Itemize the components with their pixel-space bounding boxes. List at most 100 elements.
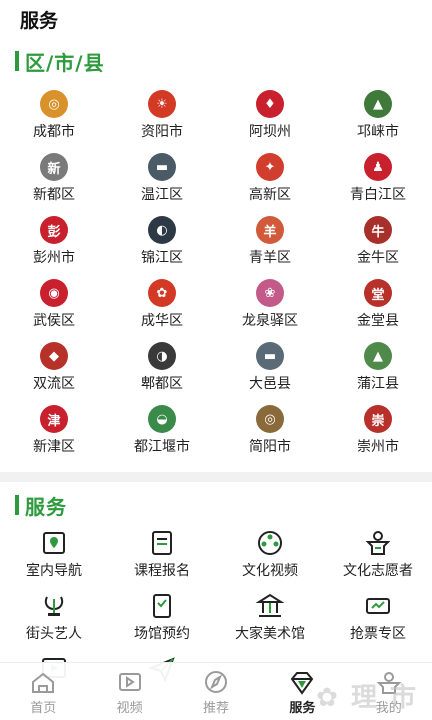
nav-label: 我的	[375, 701, 402, 716]
service-item[interactable]: 场馆预约	[108, 591, 216, 654]
nav-item-4[interactable]: 服务	[259, 663, 345, 720]
region-label: 温江区	[141, 187, 183, 203]
logo-glyph: ▲	[373, 96, 383, 112]
region-label: 龙泉驿区	[242, 313, 298, 329]
region-label: 武侯区	[33, 313, 75, 329]
logo-glyph: 津	[47, 413, 61, 429]
region-label: 锦江区	[141, 250, 183, 266]
museum-icon	[255, 591, 285, 621]
diamond-icon	[288, 669, 316, 695]
logo-glyph: ♦	[264, 96, 276, 112]
booking-icon	[147, 591, 177, 621]
region-label: 金牛区	[357, 250, 399, 266]
service-item[interactable]: 大家美术馆	[216, 591, 324, 654]
nav-item-1[interactable]: 首页	[0, 663, 86, 720]
region-item[interactable]: 堂金堂县	[324, 279, 432, 342]
film-reel-icon	[255, 528, 285, 558]
region-label: 邛崃市	[357, 124, 399, 140]
region-label: 成华区	[141, 313, 183, 329]
region-item[interactable]: ◐ 锦江区	[108, 216, 216, 279]
nav-item-3[interactable]: 推荐	[173, 663, 259, 720]
logo-glyph: 堂	[371, 287, 385, 303]
section-accent-bar	[15, 51, 19, 71]
service-label: 室内导航	[26, 563, 82, 579]
regions-section-title: 区/市/县	[0, 46, 432, 76]
region-item[interactable]: ▬ 温江区	[108, 153, 216, 216]
region-item[interactable]: 新新都区	[0, 153, 108, 216]
region-label: 都江堰市	[134, 439, 190, 455]
logo-glyph: ♟	[372, 159, 384, 175]
service-label: 文化视频	[242, 563, 298, 579]
service-label: 场馆预约	[134, 626, 190, 642]
service-label: 文化志愿者	[343, 563, 413, 579]
region-label: 青白江区	[350, 187, 406, 203]
region-item[interactable]: 牛金牛区	[324, 216, 432, 279]
logo-glyph: ▬	[263, 348, 277, 364]
region-label: 彭州市	[33, 250, 75, 266]
nav-label: 视频	[116, 701, 143, 716]
jinjiang-logo-icon: ◐	[148, 216, 176, 244]
logo-glyph: ✦	[264, 159, 276, 175]
region-item[interactable]: ☀ 资阳市	[108, 90, 216, 153]
qingyang-logo-icon: 羊	[256, 216, 284, 244]
services-section-label: 服务	[25, 494, 67, 519]
region-item[interactable]: ◒ 都江堰市	[108, 405, 216, 468]
page-title: 服务	[20, 10, 59, 32]
region-label: 阿坝州	[249, 124, 291, 140]
region-item[interactable]: 崇崇州市	[324, 405, 432, 468]
region-item[interactable]: ▲ 邛崃市	[324, 90, 432, 153]
service-item[interactable]: 文化志愿者	[324, 528, 432, 591]
region-item[interactable]: ◆ 双流区	[0, 342, 108, 405]
service-item[interactable]: 抢票专区	[324, 591, 432, 654]
region-item[interactable]: ▲ 蒲江县	[324, 342, 432, 405]
logo-glyph: ◑	[156, 348, 168, 364]
jintang-logo-icon: 堂	[364, 279, 392, 307]
service-item[interactable]: 室内导航	[0, 528, 108, 591]
region-item[interactable]: ◎ 简阳市	[216, 405, 324, 468]
nav-item-5[interactable]: 我的	[346, 663, 432, 720]
region-label: 金堂县	[357, 313, 399, 329]
logo-glyph: 羊	[263, 224, 277, 240]
region-item[interactable]: 津新津区	[0, 405, 108, 468]
nav-label: 服务	[289, 701, 316, 716]
region-item[interactable]: ◑ 郫都区	[108, 342, 216, 405]
region-label: 青羊区	[249, 250, 291, 266]
section-divider	[0, 472, 432, 482]
region-item[interactable]: ✦ 高新区	[216, 153, 324, 216]
region-item[interactable]: ❀ 龙泉驿区	[216, 279, 324, 342]
nav-item-2[interactable]: 视频	[86, 663, 172, 720]
logo-glyph: ◒	[156, 411, 168, 427]
logo-glyph: 牛	[371, 224, 385, 240]
logo-glyph: ◐	[156, 222, 168, 238]
region-item[interactable]: ✿ 成华区	[108, 279, 216, 342]
qionglai-logo-icon: ▲	[364, 90, 392, 118]
service-label: 大家美术馆	[235, 626, 305, 642]
services-page: 服务 区/市/县 ◎ 成都市 ☀ 资阳市 ♦ 阿坝州 ▲ 邛崃市新新都区 ▬ 温江区 ✦ 高新区 ♟ 青白…	[0, 0, 432, 720]
logo-glyph: ◎	[264, 411, 276, 427]
region-label: 成都市	[33, 124, 75, 140]
region-item[interactable]: ◉ 武侯区	[0, 279, 108, 342]
video-icon	[116, 669, 144, 695]
ticket-icon	[363, 591, 393, 621]
wenjiang-logo-icon: ▬	[148, 153, 176, 181]
logo-glyph: ◎	[48, 96, 60, 112]
service-item[interactable]: 课程报名	[108, 528, 216, 591]
dujiangyan-logo-icon: ◒	[148, 405, 176, 433]
region-item[interactable]: ♦ 阿坝州	[216, 90, 324, 153]
region-item[interactable]: ▬ 大邑县	[216, 342, 324, 405]
service-item[interactable]: 文化视频	[216, 528, 324, 591]
map-pin-icon	[39, 528, 69, 558]
ziyang-logo-icon: ☀	[148, 90, 176, 118]
region-item[interactable]: ♟ 青白江区	[324, 153, 432, 216]
register-icon	[147, 528, 177, 558]
region-item[interactable]: 彭彭州市	[0, 216, 108, 279]
chongzhou-logo-icon: 崇	[364, 405, 392, 433]
region-item[interactable]: 羊青羊区	[216, 216, 324, 279]
volunteer-icon	[363, 528, 393, 558]
logo-glyph: ▲	[373, 348, 383, 364]
region-item[interactable]: ◎ 成都市	[0, 90, 108, 153]
service-item[interactable]: 街头艺人	[0, 591, 108, 654]
gaoxin-logo-icon: ✦	[256, 153, 284, 181]
logo-glyph: ☀	[156, 96, 168, 112]
chengdu-logo-icon: ◎	[40, 90, 68, 118]
